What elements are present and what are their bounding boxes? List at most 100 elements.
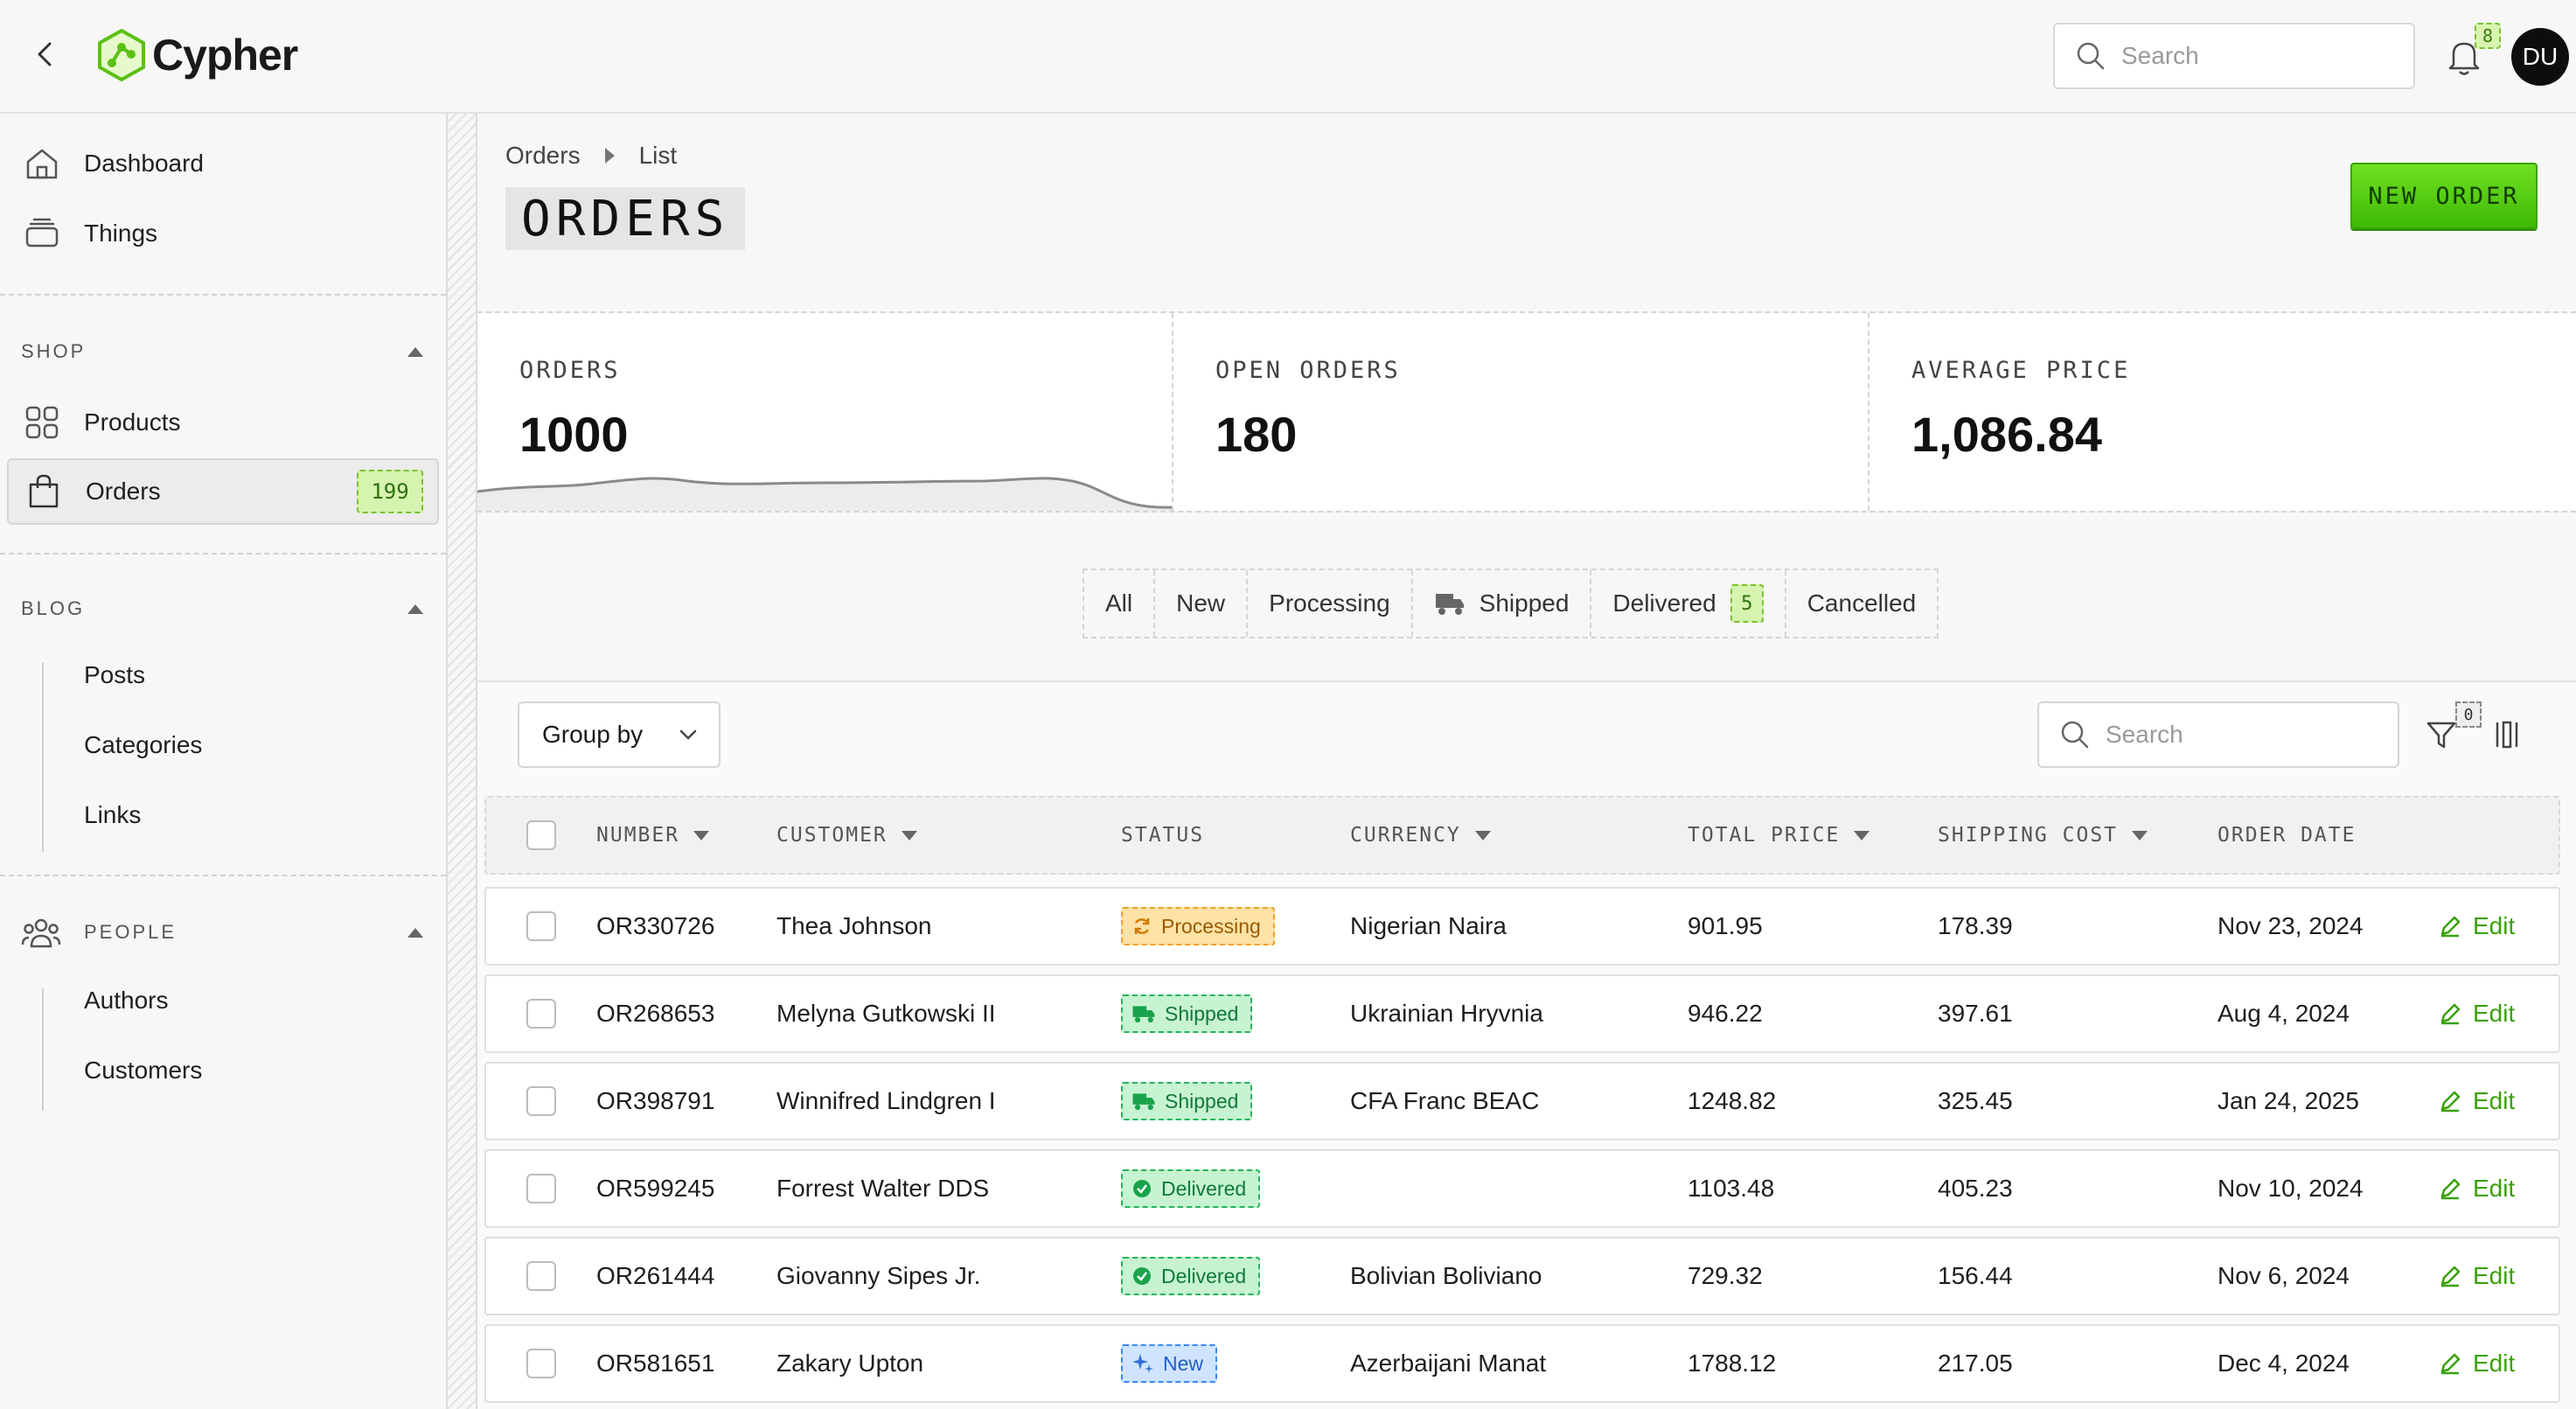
status-tabs: All New Processing Shipped Delivered 5 C…: [1083, 568, 1939, 638]
currency: CFA Franc BEAC: [1350, 1087, 1540, 1114]
status-badge: New: [1121, 1344, 1218, 1383]
chevron-down-icon: [679, 729, 697, 740]
row-checkbox[interactable]: [526, 1086, 556, 1116]
shipping-cost: 156.44: [1938, 1262, 2013, 1289]
sidebar-item-things[interactable]: Things: [0, 203, 446, 264]
sidebar-section-shop[interactable]: SHOP: [21, 334, 423, 369]
shipping-cost: 217.05: [1938, 1350, 2013, 1377]
row-checkbox[interactable]: [526, 911, 556, 941]
bag-icon: [29, 474, 59, 508]
sidebar-item-customers[interactable]: Customers: [84, 1057, 202, 1085]
table-row[interactable]: OR261444 Giovanny Sipes Jr. Delivered Bo…: [484, 1237, 2560, 1315]
truck-icon: [1132, 1006, 1155, 1023]
table-search[interactable]: [2037, 701, 2399, 768]
edit-button[interactable]: Edit: [2438, 912, 2515, 940]
status-badge: Shipped: [1121, 1082, 1253, 1120]
status-badge: Delivered: [1121, 1169, 1261, 1208]
chevron-left-icon[interactable]: [26, 35, 65, 73]
stat-value: 1,086.84: [1911, 407, 2102, 462]
user-avatar[interactable]: DU: [2511, 28, 2569, 86]
order-number: OR330726: [596, 912, 715, 939]
column-customer[interactable]: CUSTOMER: [776, 798, 917, 873]
sidebar-item-links[interactable]: Links: [84, 801, 141, 829]
stat-card-orders: ORDERS 1000: [477, 313, 1172, 511]
row-checkbox[interactable]: [526, 1174, 556, 1203]
table-header: NUMBER CUSTOMER STATUS CURRENCY TOTAL PR…: [484, 796, 2560, 875]
sidebar-section-people[interactable]: PEOPLE: [21, 915, 423, 950]
sidebar-item-posts[interactable]: Posts: [84, 661, 145, 689]
tab-all[interactable]: All: [1084, 570, 1153, 637]
order-number: OR398791: [596, 1087, 715, 1114]
column-shipping-cost[interactable]: SHIPPING COST: [1938, 798, 2148, 873]
global-search[interactable]: [2053, 23, 2415, 89]
currency: Bolivian Boliviano: [1350, 1262, 1542, 1289]
breadcrumb-orders[interactable]: Orders: [505, 142, 581, 170]
caret-up-icon: [407, 603, 423, 614]
edit-button[interactable]: Edit: [2438, 1175, 2515, 1203]
table-row[interactable]: OR599245 Forrest Walter DDS Delivered 11…: [484, 1149, 2560, 1228]
column-number[interactable]: NUMBER: [596, 798, 710, 873]
tab-new[interactable]: New: [1153, 570, 1246, 637]
global-search-input[interactable]: [2121, 42, 2401, 70]
select-all-checkbox[interactable]: [526, 820, 556, 850]
sidebar-item-authors[interactable]: Authors: [84, 987, 169, 1015]
pencil-icon: [2440, 916, 2461, 938]
tab-delivered[interactable]: Delivered 5: [1590, 570, 1784, 637]
delivered-count-badge: 5: [1730, 584, 1764, 623]
table-row[interactable]: OR268653 Melyna Gutkowski II Shipped Ukr…: [484, 974, 2560, 1053]
total-price: 729.32: [1688, 1262, 1763, 1289]
new-order-button[interactable]: NEW ORDER: [2350, 163, 2538, 229]
order-number: OR261444: [596, 1262, 715, 1289]
edit-button[interactable]: Edit: [2438, 1087, 2515, 1115]
orders-count-badge: 199: [357, 470, 423, 513]
stat-label: AVERAGE PRICE: [1911, 357, 2131, 384]
column-order-date: ORDER DATE: [2217, 824, 2357, 847]
sidebar-item-orders[interactable]: Orders 199: [7, 458, 439, 525]
tab-shipped[interactable]: Shipped: [1410, 570, 1591, 637]
table-row[interactable]: OR581651 Zakary Upton New Azerbaijani Ma…: [484, 1324, 2560, 1403]
sidebar-item-products[interactable]: Products: [0, 392, 446, 453]
sidebar-section-blog[interactable]: BLOG: [21, 591, 423, 626]
pencil-icon: [2440, 1003, 2461, 1025]
columns-icon[interactable]: [2494, 719, 2520, 750]
column-currency[interactable]: CURRENCY: [1350, 798, 1491, 873]
check-circle-icon: [1133, 1180, 1151, 1197]
stat-label: ORDERS: [519, 357, 621, 384]
tab-processing[interactable]: Processing: [1246, 570, 1411, 637]
tree-line: [42, 988, 44, 1111]
currency: Nigerian Naira: [1350, 912, 1507, 939]
pencil-icon: [2440, 1178, 2461, 1200]
order-number: OR268653: [596, 1000, 715, 1027]
row-checkbox[interactable]: [526, 999, 556, 1029]
table-row[interactable]: OR398791 Winnifred Lindgren I Shipped CF…: [484, 1062, 2560, 1140]
edit-button[interactable]: Edit: [2438, 1000, 2515, 1028]
sidebar-item-categories[interactable]: Categories: [84, 731, 202, 759]
tab-cancelled[interactable]: Cancelled: [1784, 570, 1938, 637]
row-checkbox[interactable]: [526, 1261, 556, 1291]
app-logo[interactable]: Cypher: [96, 26, 298, 84]
sidebar-resize-handle[interactable]: [446, 114, 477, 1409]
filter-icon[interactable]: [2426, 719, 2457, 750]
caret-up-icon: [407, 346, 423, 357]
order-date: Nov 10, 2024: [2217, 1175, 2364, 1202]
shipping-cost: 178.39: [1938, 912, 2013, 939]
edit-button[interactable]: Edit: [2438, 1350, 2515, 1378]
group-by-select[interactable]: Group by: [518, 701, 721, 768]
table-row[interactable]: OR330726 Thea Johnson Processing Nigeria…: [484, 887, 2560, 966]
order-date: Jan 24, 2025: [2217, 1087, 2359, 1114]
caret-up-icon: [407, 927, 423, 938]
sort-down-icon: [693, 830, 710, 841]
pencil-icon: [2440, 1266, 2461, 1287]
sidebar-item-dashboard[interactable]: Dashboard: [0, 133, 446, 194]
stats-row: ORDERS 1000 OPEN ORDERS 180 AVERAGE PRIC…: [477, 311, 2576, 513]
row-checkbox[interactable]: [526, 1349, 556, 1378]
column-total-price[interactable]: TOTAL PRICE: [1688, 798, 1870, 873]
grid-icon: [25, 406, 59, 439]
table-search-input[interactable]: [2106, 721, 2385, 749]
edit-button[interactable]: Edit: [2438, 1262, 2515, 1290]
app-name: Cypher: [152, 31, 298, 80]
check-circle-icon: [1133, 1267, 1151, 1285]
shipping-cost: 405.23: [1938, 1175, 2013, 1202]
people-icon: [21, 918, 61, 948]
customer-name: Winnifred Lindgren I: [776, 1087, 996, 1114]
